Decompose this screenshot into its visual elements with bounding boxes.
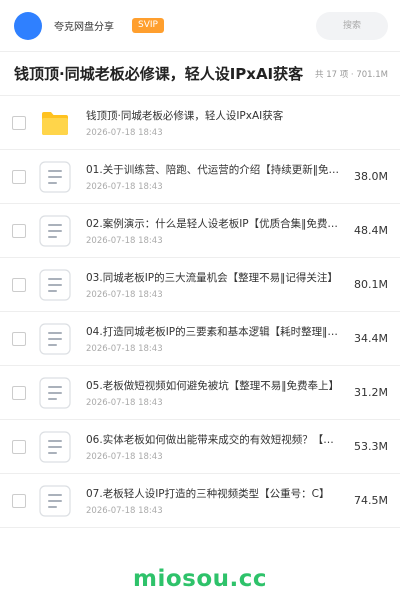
file-date: 2026-07-18 18:43 — [86, 235, 163, 246]
brand-name: 夸克网盘分享 — [54, 22, 114, 33]
file-date: 2026-07-18 18:43 — [86, 397, 163, 408]
row-checkbox[interactable] — [12, 331, 26, 346]
header: 夸克网盘分享 SVIP — [0, 0, 400, 52]
file-row[interactable]: 06.实体老板如何做出能带来成交的有效短视频？【耗时整理】 2026-07-18 … — [0, 420, 400, 474]
file-row[interactable]: 03.同城老板IP的三大流量机会【整理不易‖记得关注】 2026-07-18 18… — [0, 258, 400, 312]
file-name[interactable]: 06.实体老板如何做出能带来成交的有效短视频？【耗时整理】 — [86, 432, 344, 447]
file-size: 38.0M — [354, 170, 388, 183]
file-info: 03.同城老板IP的三大流量机会【整理不易‖记得关注】 2026-07-18 18… — [86, 270, 344, 300]
document-icon — [38, 430, 72, 464]
file-date: 2026-07-18 18:43 — [86, 127, 163, 138]
item-count-meta: 共 17 项 · 701.1M — [315, 69, 388, 80]
document-icon — [38, 160, 72, 194]
file-row[interactable]: 01.关于训练营、陪跑、代运营的介绍【持续更新‖免费奉上】 2026-07-18 … — [0, 150, 400, 204]
file-name[interactable]: 03.同城老板IP的三大流量机会【整理不易‖记得关注】 — [86, 270, 344, 285]
file-info: 07.老板轻人设IP打造的三种视频类型【公重号：C】 2026-07-18 18:… — [86, 486, 344, 516]
folder-icon — [38, 106, 72, 140]
file-date: 2026-07-18 18:43 — [86, 505, 163, 516]
document-icon — [38, 484, 72, 518]
row-checkbox[interactable] — [12, 439, 26, 454]
file-info: 04.打造同城老板IP的三要素和基本逻辑【耗时整理‖免费奉上】 2026-07-1… — [86, 324, 344, 354]
document-icon — [38, 322, 72, 356]
folder-row[interactable]: 钱顶顶·同城老板必修课，轻人设IPxAI获客 2026-07-18 18:43 — [0, 96, 400, 150]
file-info: 05.老板做短视频如何避免被坑【整理不易‖免费奉上】 2026-07-18 18:… — [86, 378, 344, 408]
document-icon — [38, 268, 72, 302]
row-checkbox[interactable] — [12, 493, 26, 508]
file-name[interactable]: 07.老板轻人设IP打造的三种视频类型【公重号：C】 — [86, 486, 344, 501]
row-checkbox[interactable] — [12, 169, 26, 184]
file-size: 74.5M — [354, 494, 388, 507]
file-size: 34.4M — [354, 332, 388, 345]
file-name[interactable]: 04.打造同城老板IP的三要素和基本逻辑【耗时整理‖免费奉上】 — [86, 324, 344, 339]
file-row[interactable]: 07.老板轻人设IP打造的三种视频类型【公重号：C】 2026-07-18 18:… — [0, 474, 400, 528]
title-row: 钱顶顶·同城老板必修课，轻人设IPxAI获客 共 17 项 · 701.1M — [0, 52, 400, 96]
file-row[interactable]: 04.打造同城老板IP的三要素和基本逻辑【耗时整理‖免费奉上】 2026-07-1… — [0, 312, 400, 366]
file-name[interactable]: 05.老板做短视频如何避免被坑【整理不易‖免费奉上】 — [86, 378, 344, 393]
file-info: 02.案例演示：什么是轻人设老板IP【优质合集‖免费奉上】 2026-07-18 … — [86, 216, 344, 246]
file-size: 31.2M — [354, 386, 388, 399]
file-name[interactable]: 钱顶顶·同城老板必修课，轻人设IPxAI获客 — [86, 108, 388, 123]
row-checkbox[interactable] — [12, 115, 26, 130]
watermark: miosou.cc — [132, 566, 268, 592]
file-row[interactable]: 02.案例演示：什么是轻人设老板IP【优质合集‖免费奉上】 2026-07-18 … — [0, 204, 400, 258]
row-checkbox[interactable] — [12, 277, 26, 292]
row-checkbox[interactable] — [12, 223, 26, 238]
file-date: 2026-07-18 18:43 — [86, 181, 163, 192]
document-icon — [38, 376, 72, 410]
document-icon — [38, 214, 72, 248]
svip-badge: SVIP — [132, 18, 164, 33]
file-row[interactable]: 05.老板做短视频如何避免被坑【整理不易‖免费奉上】 2026-07-18 18:… — [0, 366, 400, 420]
file-list: 钱顶顶·同城老板必修课，轻人设IPxAI获客 2026-07-18 18:43 0… — [0, 96, 400, 528]
page-title: 钱顶顶·同城老板必修课，轻人设IPxAI获客 — [14, 65, 304, 83]
file-size: 53.3M — [354, 440, 388, 453]
avatar[interactable] — [14, 11, 42, 40]
search-input[interactable] — [316, 11, 388, 40]
row-checkbox[interactable] — [12, 385, 26, 400]
file-name[interactable]: 01.关于训练营、陪跑、代运营的介绍【持续更新‖免费奉上】 — [86, 162, 344, 177]
file-date: 2026-07-18 18:43 — [86, 451, 163, 462]
file-date: 2026-07-18 18:43 — [86, 343, 163, 354]
file-info: 06.实体老板如何做出能带来成交的有效短视频？【耗时整理】 2026-07-18 … — [86, 432, 344, 462]
file-date: 2026-07-18 18:43 — [86, 289, 163, 300]
file-size: 80.1M — [354, 278, 388, 291]
file-name[interactable]: 02.案例演示：什么是轻人设老板IP【优质合集‖免费奉上】 — [86, 216, 344, 231]
file-info: 01.关于训练营、陪跑、代运营的介绍【持续更新‖免费奉上】 2026-07-18 … — [86, 162, 344, 192]
file-info: 钱顶顶·同城老板必修课，轻人设IPxAI获客 2026-07-18 18:43 — [86, 108, 388, 138]
file-size: 48.4M — [354, 224, 388, 237]
